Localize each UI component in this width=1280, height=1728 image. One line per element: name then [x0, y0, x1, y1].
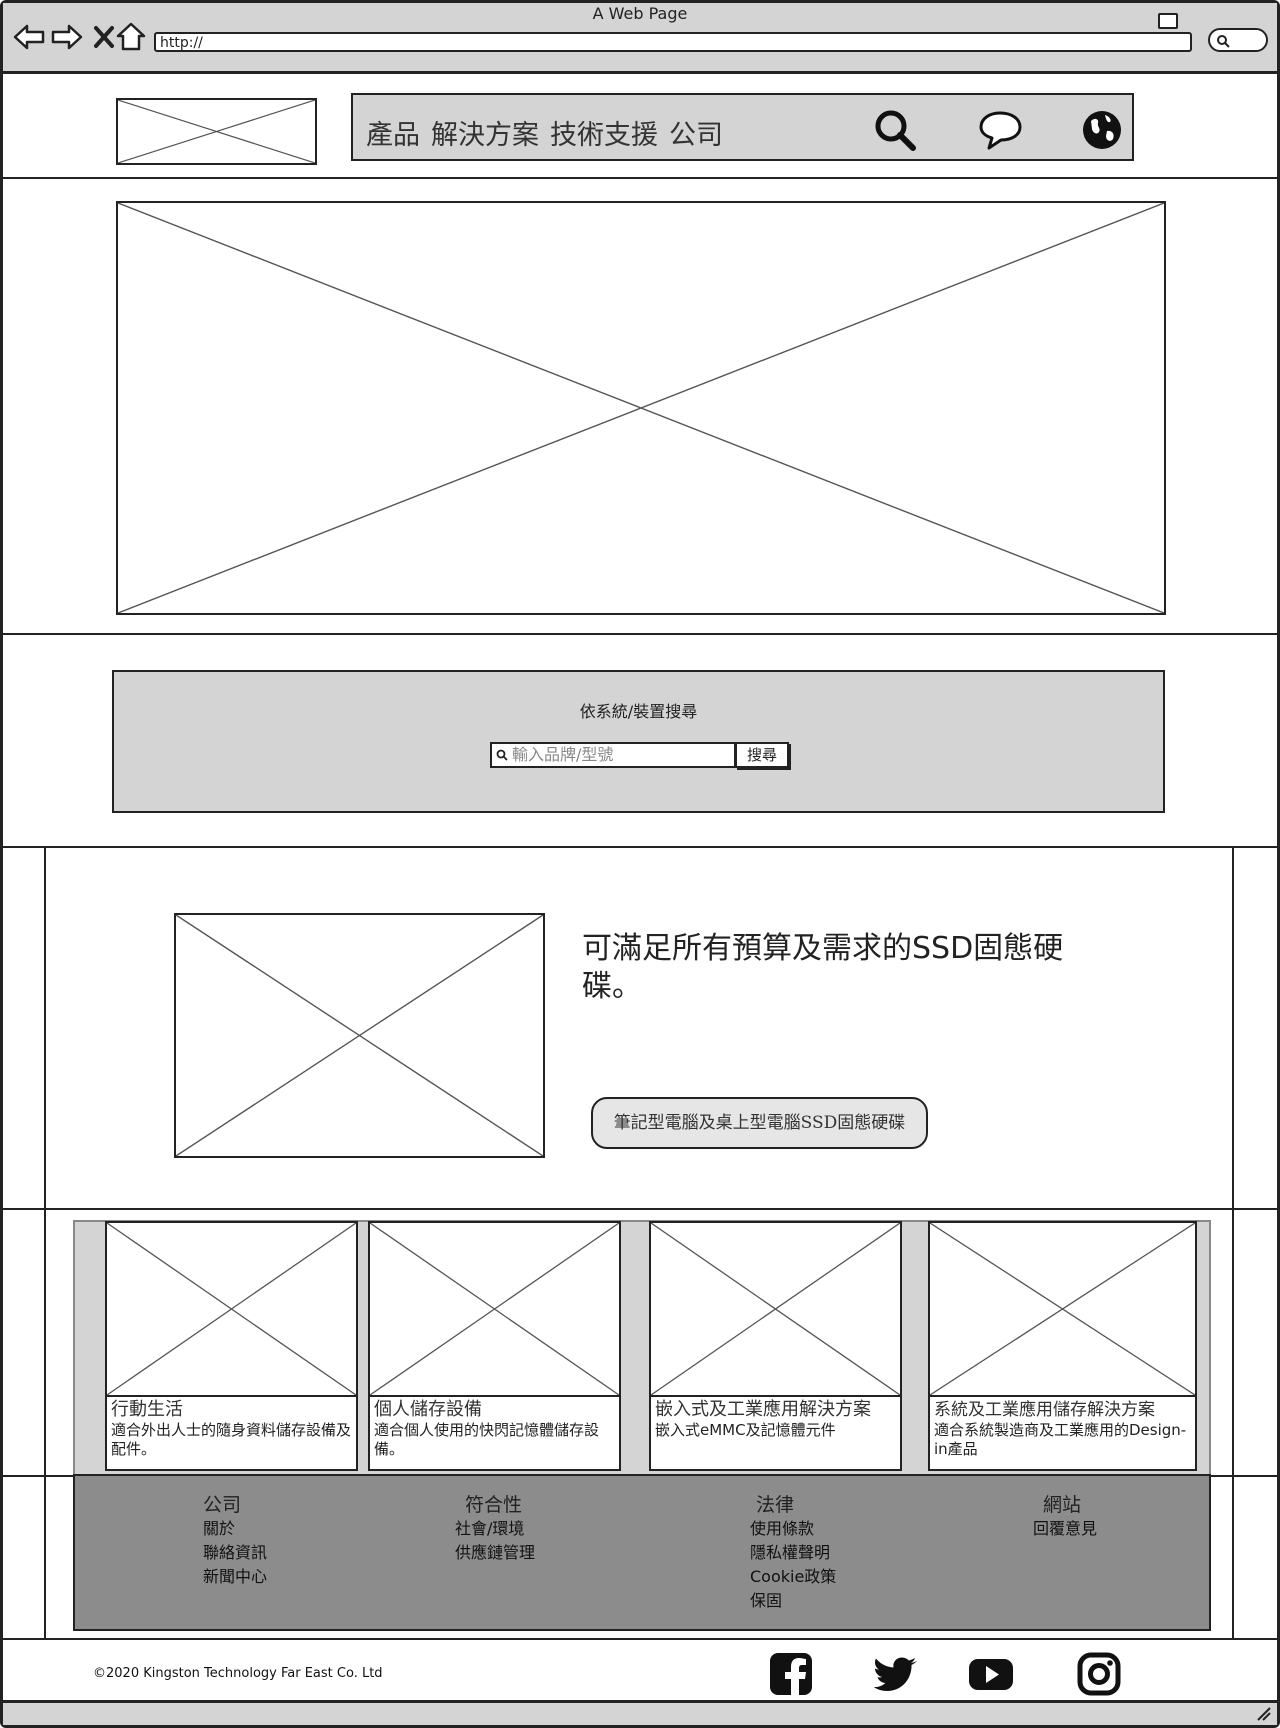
- divider: [3, 1638, 1277, 1640]
- brand-model-input[interactable]: 輸入品牌/型號: [490, 742, 736, 768]
- ssd-category-button[interactable]: 筆記型電腦及桌上型電腦SSD固態硬碟: [591, 1097, 928, 1149]
- card-description: 適合個人使用的快閃記憶體儲存設備。: [374, 1421, 600, 1458]
- nav-item-products[interactable]: 產品: [366, 113, 420, 152]
- nav-item-solutions[interactable]: 解決方案: [431, 113, 539, 152]
- card-image-placeholder: [105, 1221, 358, 1397]
- card-image-placeholder: [928, 1221, 1197, 1397]
- globe-icon[interactable]: [1079, 107, 1125, 153]
- footer-link-about[interactable]: 關於: [203, 1517, 267, 1541]
- search-icon[interactable]: [872, 107, 918, 153]
- card-system-industrial-storage[interactable]: 系統及工業應用儲存解決方案 適合系統製造商及工業應用的Design-in產品: [928, 1395, 1197, 1471]
- browser-search-field[interactable]: [1208, 28, 1268, 52]
- window-title: A Web Page: [592, 4, 688, 23]
- device-search-panel: 依系統/裝置搜尋 輸入品牌/型號 搜尋: [112, 670, 1165, 813]
- content-border-right: [1232, 848, 1234, 1638]
- footer-heading: 法律: [756, 1494, 795, 1516]
- card-description: 適合外出人士的隨身資料儲存設備及配件。: [111, 1421, 352, 1458]
- footer-heading: 符合性: [465, 1494, 523, 1516]
- footer-link-supply-chain[interactable]: 供應鏈管理: [455, 1541, 535, 1565]
- divider: [3, 846, 1277, 848]
- site-footer: 公司 關於 聯絡資訊 新聞中心 符合性 社會/環境 供應鏈管理 法律 使用條款 …: [73, 1474, 1211, 1631]
- card-title: 行動生活: [111, 1399, 183, 1420]
- footer-link-social-environment[interactable]: 社會/環境: [455, 1517, 535, 1541]
- address-bar[interactable]: http://: [154, 32, 1192, 52]
- chat-icon[interactable]: [977, 107, 1023, 153]
- device-search-label: 依系統/裝置搜尋: [579, 702, 698, 721]
- card-image-placeholder: [649, 1221, 902, 1397]
- nav-item-support[interactable]: 技術支援: [550, 113, 658, 152]
- card-embedded-industrial[interactable]: 嵌入式及工業應用解決方案 嵌入式eMMC及記憶體元件: [649, 1395, 902, 1471]
- divider: [3, 1208, 1277, 1210]
- resize-grip-icon[interactable]: [1256, 1706, 1272, 1722]
- footer-heading: 網站: [1043, 1494, 1082, 1516]
- card-image-placeholder: [368, 1221, 621, 1397]
- promo-image-placeholder: [174, 913, 545, 1158]
- content-border-left: [44, 848, 46, 1638]
- card-title: 個人儲存設備: [374, 1399, 482, 1420]
- footer-link-warranty[interactable]: 保固: [750, 1589, 836, 1613]
- hero-image-placeholder: [116, 201, 1166, 615]
- footer-link-privacy[interactable]: 隱私權聲明: [750, 1541, 836, 1565]
- home-icon[interactable]: [114, 20, 148, 54]
- nav-item-company[interactable]: 公司: [669, 113, 723, 152]
- footer-link-cookie-policy[interactable]: Cookie政策: [750, 1565, 836, 1589]
- instagram-icon[interactable]: [1076, 1651, 1122, 1697]
- back-icon[interactable]: [12, 20, 46, 54]
- footer-heading: 公司: [203, 1494, 242, 1516]
- copyright-text: ©2020 Kingston Technology Far East Co. L…: [93, 1666, 383, 1681]
- input-search-icon: [496, 749, 508, 761]
- footer-link-contact[interactable]: 聯絡資訊: [203, 1541, 267, 1565]
- card-personal-storage[interactable]: 個人儲存設備 適合個人使用的快閃記憶體儲存設備。: [368, 1395, 621, 1471]
- browser-search-icon: [1217, 35, 1230, 48]
- divider: [3, 177, 1277, 179]
- promo-headline: 可滿足所有預算及需求的SSD固態硬碟。: [582, 931, 1064, 1004]
- window-button[interactable]: [1158, 13, 1178, 29]
- footer-column-site: 網站 回覆意見: [1033, 1490, 1097, 1541]
- footer-column-compliance: 符合性 社會/環境 供應鏈管理: [455, 1490, 535, 1565]
- logo-placeholder: [116, 98, 317, 165]
- card-description: 嵌入式eMMC及記憶體元件: [655, 1421, 836, 1439]
- twitter-icon[interactable]: [873, 1651, 919, 1697]
- forward-icon[interactable]: [50, 20, 84, 54]
- facebook-icon[interactable]: [768, 1651, 814, 1697]
- browser-status-bar: [3, 1700, 1277, 1725]
- youtube-icon[interactable]: [968, 1651, 1014, 1697]
- card-title: 嵌入式及工業應用解決方案: [655, 1399, 871, 1420]
- footer-link-newsroom[interactable]: 新聞中心: [203, 1565, 267, 1589]
- footer-link-terms[interactable]: 使用條款: [750, 1517, 836, 1541]
- card-description: 適合系統製造商及工業應用的Design-in產品: [934, 1421, 1187, 1458]
- card-mobile-lifestyle[interactable]: 行動生活 適合外出人士的隨身資料儲存設備及配件。: [105, 1395, 358, 1471]
- footer-link-feedback[interactable]: 回覆意見: [1033, 1517, 1097, 1541]
- footer-column-company: 公司 關於 聯絡資訊 新聞中心: [203, 1490, 267, 1589]
- divider: [3, 633, 1277, 635]
- card-title: 系統及工業應用儲存解決方案: [934, 1400, 1155, 1420]
- footer-column-legal: 法律 使用條款 隱私權聲明 Cookie政策 保固: [750, 1490, 836, 1613]
- device-search-button[interactable]: 搜尋: [735, 742, 789, 768]
- main-nav: 產品 解決方案 技術支援 公司: [351, 93, 1134, 161]
